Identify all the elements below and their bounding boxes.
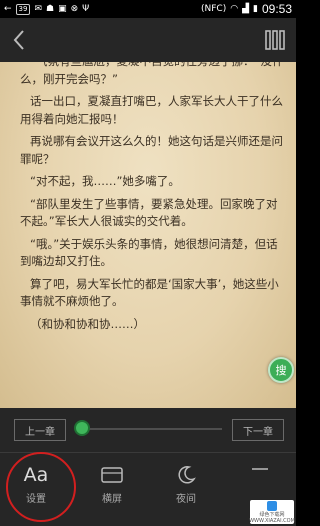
- paragraph: “部队里发生了些事情，要紧急处理。回家晚了对不起。”军长大人很诚实的交代着。: [20, 196, 278, 229]
- previous-chapter-button[interactable]: 上一章: [14, 419, 66, 441]
- watermark-logo-icon: [267, 500, 277, 511]
- signal-icon: ▟: [242, 4, 250, 14]
- table-of-contents-button[interactable]: [264, 28, 286, 52]
- clock: 09:53: [261, 2, 292, 16]
- site-watermark: 绿色下载网 WWW.XIAZAI.COM: [249, 500, 295, 524]
- chapter-progress-slider[interactable]: [78, 428, 222, 430]
- next-chapter-button[interactable]: 下一章: [232, 419, 284, 441]
- photo-icon: ▣: [58, 4, 67, 14]
- chapter-text: “气氛有些尴尬，夏凝不自觉的往旁边了挪：“没什么，刚开完会吗？” 话一出口，夏凝…: [20, 53, 286, 338]
- paragraph: 话一出口，夏凝直打嘴巴，人家军长大人干了什么用得着向她汇报吗！: [20, 94, 283, 126]
- paragraph: （和协和协和协……）: [30, 316, 145, 331]
- nfc-indicator: (NFC): [201, 4, 227, 14]
- close-icon: ⊗: [70, 4, 79, 14]
- book-chapters-icon: [265, 30, 285, 50]
- back-arrow-status-icon: ←: [4, 4, 12, 14]
- android-icon: ☗: [46, 4, 55, 14]
- moon-icon: [178, 466, 196, 484]
- paragraph: “对不起，我……”她多嘴了。: [30, 174, 180, 188]
- message-icon: ✉: [34, 4, 43, 14]
- progress-slider-knob[interactable]: [76, 422, 88, 434]
- wifi-icon: ◠: [230, 4, 239, 14]
- search-float-button[interactable]: 搜: [268, 357, 294, 383]
- paragraph: “哦。”关于娱乐头条的事情，她很想问清楚，但话到嘴边却又打住。: [20, 236, 278, 269]
- highlight-circle-annotation: [6, 452, 76, 522]
- usb-icon: Ψ: [82, 4, 90, 14]
- status-bar: ← 39 ✉ ☗ ▣ ⊗ Ψ (NFC) ◠ ▟ ▮ 09:53: [0, 0, 296, 18]
- reader-top-bar: [0, 18, 296, 62]
- more-icon: [252, 468, 268, 470]
- watermark-line: WWW.XIAZAI.COM: [249, 517, 295, 524]
- paragraph: 再说哪有会议开这么久的！她这句话是兴师还是问罪呢？: [20, 134, 283, 166]
- notification-count-badge: 39: [15, 3, 31, 15]
- back-button[interactable]: [8, 28, 32, 52]
- chevron-left-icon: [13, 30, 24, 50]
- landscape-button[interactable]: 横屏: [84, 460, 140, 520]
- night-label: 夜间: [176, 494, 196, 505]
- paragraph: 算了吧，易大军长忙的都是‘国家大事’，她这些小事情就不麻烦他了。: [20, 276, 279, 309]
- landscape-icon: [101, 467, 123, 483]
- battery-icon: ▮: [253, 4, 258, 14]
- night-mode-button[interactable]: 夜间: [158, 460, 214, 520]
- landscape-label: 横屏: [102, 494, 122, 505]
